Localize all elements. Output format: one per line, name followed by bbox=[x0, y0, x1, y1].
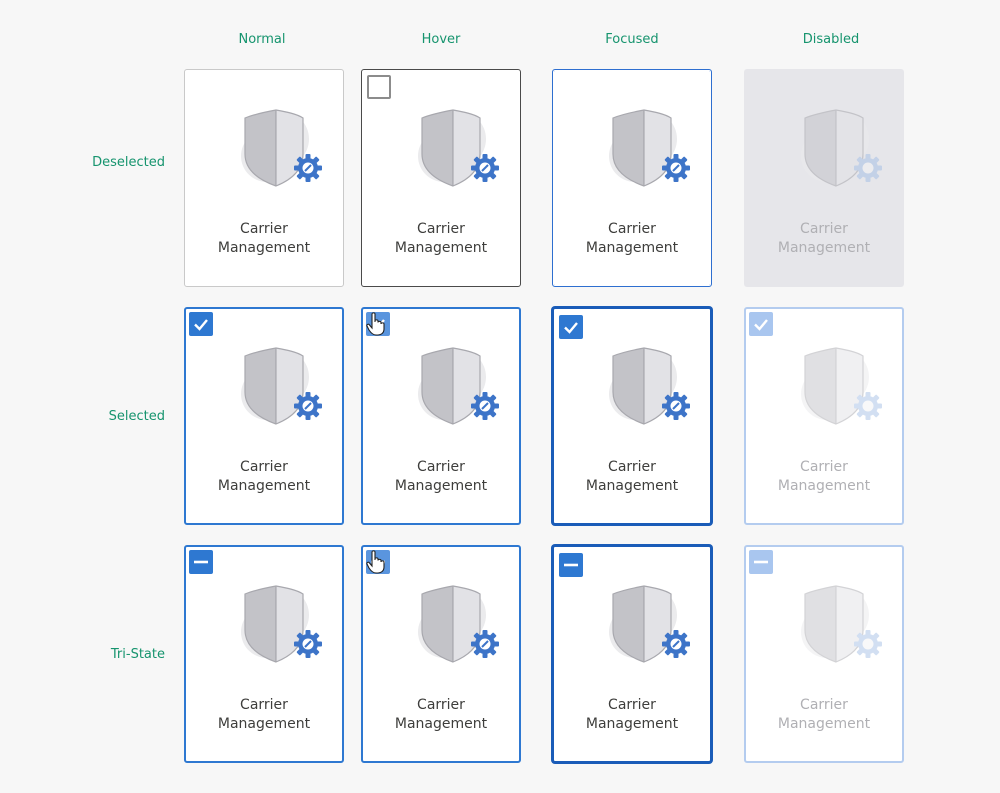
tile-label: Carrier Management bbox=[585, 697, 679, 732]
shield-gear-icon bbox=[412, 108, 494, 190]
tile-tristate-hover[interactable]: Carrier Management bbox=[361, 545, 521, 763]
shield-gear-icon bbox=[795, 584, 877, 666]
tile-selected-disabled: Carrier Management bbox=[744, 307, 904, 525]
shield-gear-icon bbox=[795, 108, 877, 190]
tile-deselected-hover[interactable]: Carrier Management bbox=[361, 69, 521, 287]
shield-gear-icon bbox=[235, 346, 317, 428]
column-header-normal: Normal bbox=[238, 32, 286, 47]
minus-icon bbox=[754, 560, 768, 564]
shield-gear-icon bbox=[603, 584, 685, 666]
tile-label: Carrier Management bbox=[217, 459, 311, 494]
hand-cursor-icon bbox=[366, 550, 386, 574]
checkbox-checked bbox=[749, 312, 773, 336]
tile-label: Carrier Management bbox=[394, 697, 488, 732]
shield-gear-icon bbox=[603, 346, 685, 428]
checkmark-icon bbox=[754, 319, 768, 331]
checkbox-indeterminate[interactable] bbox=[366, 550, 390, 574]
row-label-tristate: Tri-State bbox=[110, 647, 165, 662]
tile-deselected-focused[interactable]: Carrier Management bbox=[552, 69, 712, 287]
tile-label: Carrier Management bbox=[217, 221, 311, 256]
checkmark-icon bbox=[564, 322, 578, 334]
row-label-deselected: Deselected bbox=[92, 155, 165, 170]
hand-cursor-icon bbox=[366, 312, 386, 336]
checkbox-checked[interactable] bbox=[559, 315, 583, 339]
column-header-focused: Focused bbox=[605, 32, 659, 47]
checkmark-icon bbox=[194, 319, 208, 331]
shield-gear-icon bbox=[235, 108, 317, 190]
tile-deselected-normal[interactable]: Carrier Management bbox=[184, 69, 344, 287]
tile-label: Carrier Management bbox=[585, 459, 679, 494]
tile-label: Carrier Management bbox=[217, 697, 311, 732]
shield-gear-icon bbox=[795, 346, 877, 428]
tile-label: Carrier Management bbox=[777, 697, 871, 732]
tile-label: Carrier Management bbox=[777, 221, 871, 256]
checkbox-indeterminate[interactable] bbox=[189, 550, 213, 574]
minus-icon bbox=[564, 563, 578, 567]
tile-selected-focused[interactable]: Carrier Management bbox=[552, 307, 712, 525]
shield-gear-icon bbox=[412, 346, 494, 428]
tile-label: Carrier Management bbox=[394, 221, 488, 256]
tile-selected-hover[interactable]: Carrier Management bbox=[361, 307, 521, 525]
checkbox[interactable] bbox=[367, 75, 391, 99]
row-label-selected: Selected bbox=[108, 409, 165, 424]
tile-tristate-focused[interactable]: Carrier Management bbox=[552, 545, 712, 763]
tile-tristate-normal[interactable]: Carrier Management bbox=[184, 545, 344, 763]
tile-label: Carrier Management bbox=[777, 459, 871, 494]
tile-selected-normal[interactable]: Carrier Management bbox=[184, 307, 344, 525]
tile-deselected-disabled: Carrier Management bbox=[744, 69, 904, 287]
column-header-disabled: Disabled bbox=[802, 32, 860, 47]
checkbox-checked[interactable] bbox=[189, 312, 213, 336]
tile-label: Carrier Management bbox=[585, 221, 679, 256]
shield-gear-icon bbox=[235, 584, 317, 666]
column-header-hover: Hover bbox=[421, 32, 461, 47]
tile-label: Carrier Management bbox=[394, 459, 488, 494]
minus-icon bbox=[194, 560, 208, 564]
checkbox-indeterminate[interactable] bbox=[559, 553, 583, 577]
checkbox-checked[interactable] bbox=[366, 312, 390, 336]
tile-tristate-disabled: Carrier Management bbox=[744, 545, 904, 763]
shield-gear-icon bbox=[412, 584, 494, 666]
shield-gear-icon bbox=[603, 108, 685, 190]
checkbox-indeterminate bbox=[749, 550, 773, 574]
